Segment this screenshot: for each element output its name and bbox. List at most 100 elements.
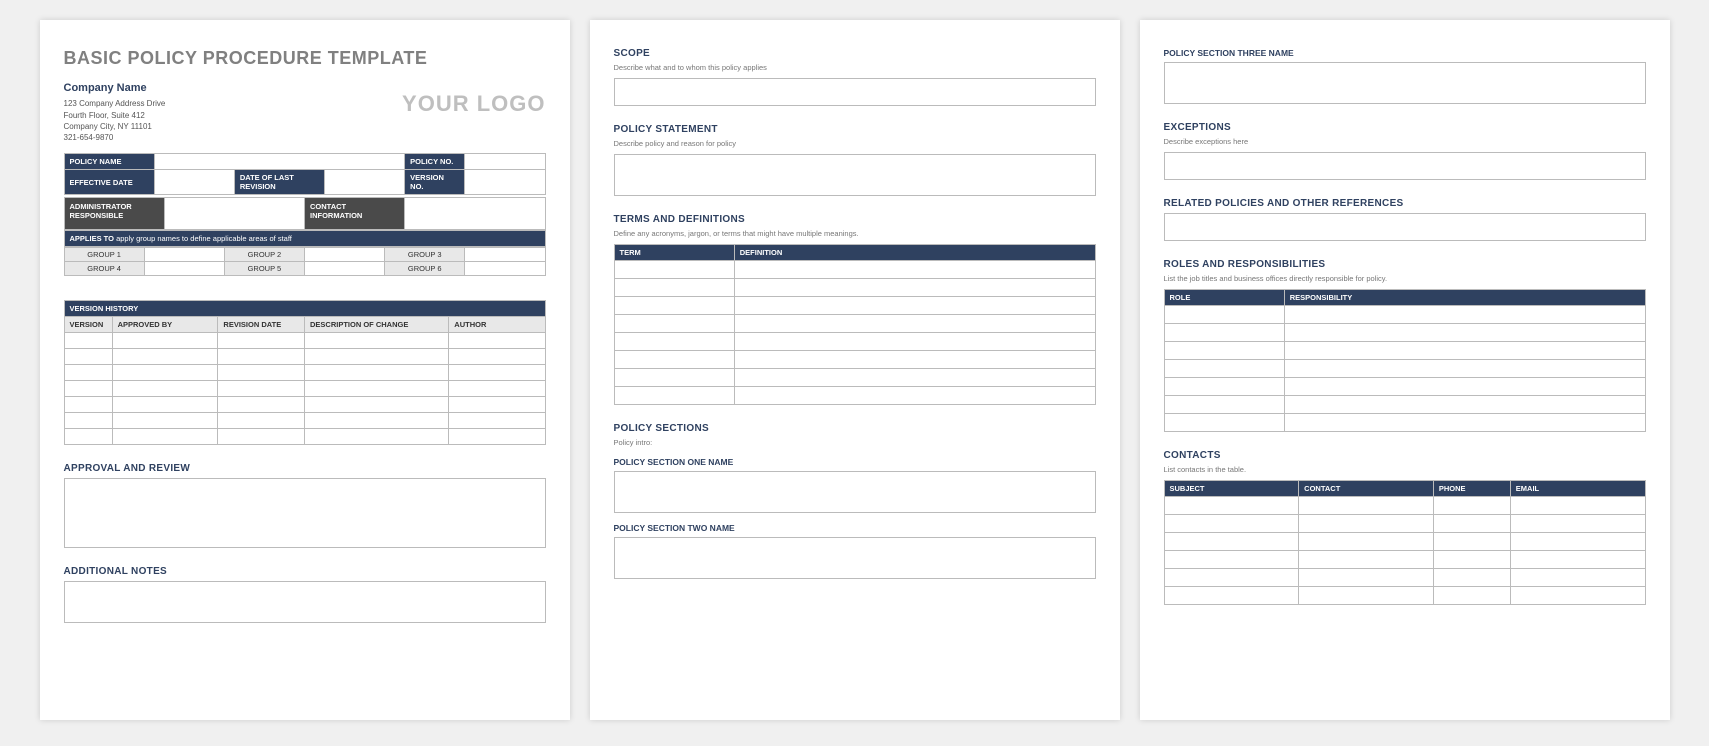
group-2-val[interactable] xyxy=(304,248,384,262)
field-admin-resp[interactable] xyxy=(164,198,305,230)
field-date-last-rev[interactable] xyxy=(324,170,404,195)
applies-text: apply group names to define applicable a… xyxy=(116,234,292,243)
table-row[interactable] xyxy=(1164,515,1645,533)
terms-sub: Define any acronyms, jargon, or terms th… xyxy=(614,229,1096,238)
table-row[interactable] xyxy=(1164,342,1645,360)
term-col: TERM xyxy=(614,245,734,261)
groups-table: GROUP 1 GROUP 2 GROUP 3 GROUP 4 GROUP 5 … xyxy=(64,247,546,276)
label-effective-date: EFFECTIVE DATE xyxy=(64,170,154,195)
field-effective-date[interactable] xyxy=(154,170,234,195)
label-admin-resp: ADMINISTRATOR RESPONSIBLE xyxy=(64,198,164,230)
table-row[interactable] xyxy=(614,369,1095,387)
page-2: SCOPE Describe what and to whom this pol… xyxy=(590,20,1120,720)
table-row[interactable] xyxy=(614,261,1095,279)
cc-phone: PHONE xyxy=(1433,481,1510,497)
ps1-title: POLICY SECTION ONE NAME xyxy=(614,457,1096,467)
group-1[interactable]: GROUP 1 xyxy=(64,248,144,262)
table-row[interactable] xyxy=(64,413,545,429)
cc-subject: SUBJECT xyxy=(1164,481,1299,497)
table-row[interactable] xyxy=(614,297,1095,315)
ps1-box[interactable] xyxy=(614,471,1096,513)
company-addr3: Company City, NY 11101 xyxy=(64,121,166,132)
table-row[interactable] xyxy=(1164,306,1645,324)
admin-table: ADMINISTRATOR RESPONSIBLE CONTACT INFORM… xyxy=(64,197,546,230)
notes-box[interactable] xyxy=(64,581,546,623)
stmt-box[interactable] xyxy=(614,154,1096,196)
group-4[interactable]: GROUP 4 xyxy=(64,262,144,276)
contacts-sub: List contacts in the table. xyxy=(1164,465,1646,474)
table-row[interactable] xyxy=(614,351,1095,369)
exc-sub: Describe exceptions here xyxy=(1164,137,1646,146)
table-row[interactable] xyxy=(64,381,545,397)
table-row[interactable] xyxy=(64,365,545,381)
ps3-title: POLICY SECTION THREE NAME xyxy=(1164,48,1646,58)
approval-box[interactable] xyxy=(64,478,546,548)
vh-col-revdate: REVISION DATE xyxy=(218,317,305,333)
table-row[interactable] xyxy=(1164,414,1645,432)
field-policy-no[interactable] xyxy=(465,154,545,170)
field-policy-name[interactable] xyxy=(154,154,405,170)
scope-sub: Describe what and to whom this policy ap… xyxy=(614,63,1096,72)
field-version-no[interactable] xyxy=(465,170,545,195)
company-phone: 321-654-9870 xyxy=(64,132,166,143)
group-3-val[interactable] xyxy=(465,248,545,262)
scope-box[interactable] xyxy=(614,78,1096,106)
table-row[interactable] xyxy=(1164,396,1645,414)
table-row[interactable] xyxy=(1164,569,1645,587)
roles-sub: List the job titles and business offices… xyxy=(1164,274,1646,283)
group-3[interactable]: GROUP 3 xyxy=(385,248,465,262)
ps2-title: POLICY SECTION TWO NAME xyxy=(614,523,1096,533)
table-row[interactable] xyxy=(1164,360,1645,378)
contacts-table: SUBJECT CONTACT PHONE EMAIL xyxy=(1164,480,1646,605)
notes-title: ADDITIONAL NOTES xyxy=(64,566,546,577)
exc-title: EXCEPTIONS xyxy=(1164,122,1646,133)
rel-box[interactable] xyxy=(1164,213,1646,241)
label-policy-no: POLICY NO. xyxy=(405,154,465,170)
vh-title: VERSION HISTORY xyxy=(64,301,545,317)
applies-label: APPLIES TO xyxy=(70,234,114,243)
table-row[interactable] xyxy=(1164,551,1645,569)
resp-col: RESPONSIBILITY xyxy=(1284,290,1645,306)
vh-col-approved: APPROVED BY xyxy=(112,317,218,333)
stmt-sub: Describe policy and reason for policy xyxy=(614,139,1096,148)
exc-box[interactable] xyxy=(1164,152,1646,180)
table-row[interactable] xyxy=(64,397,545,413)
table-row[interactable] xyxy=(1164,587,1645,605)
table-row[interactable] xyxy=(1164,324,1645,342)
table-row[interactable] xyxy=(614,279,1095,297)
cc-email: EMAIL xyxy=(1510,481,1645,497)
vh-col-version: VERSION xyxy=(64,317,112,333)
ps3-box[interactable] xyxy=(1164,62,1646,104)
table-row[interactable] xyxy=(1164,378,1645,396)
table-row[interactable] xyxy=(614,333,1095,351)
group-4-val[interactable] xyxy=(144,262,224,276)
applies-to-bar: APPLIES TO apply group names to define a… xyxy=(64,230,546,247)
table-row[interactable] xyxy=(64,429,545,445)
company-addr2: Fourth Floor, Suite 412 xyxy=(64,110,166,121)
company-name: Company Name xyxy=(64,81,166,96)
label-contact-info: CONTACT INFORMATION xyxy=(305,198,405,230)
group-5-val[interactable] xyxy=(304,262,384,276)
ps2-box[interactable] xyxy=(614,537,1096,579)
page-1: BASIC POLICY PROCEDURE TEMPLATE Company … xyxy=(40,20,570,720)
document-title: BASIC POLICY PROCEDURE TEMPLATE xyxy=(64,48,546,69)
approval-title: APPROVAL AND REVIEW xyxy=(64,463,546,474)
cc-contact: CONTACT xyxy=(1299,481,1434,497)
version-history-table: VERSION HISTORY VERSION APPROVED BY REVI… xyxy=(64,300,546,445)
table-row[interactable] xyxy=(1164,533,1645,551)
group-6-val[interactable] xyxy=(465,262,545,276)
group-5[interactable]: GROUP 5 xyxy=(224,262,304,276)
field-contact-info[interactable] xyxy=(405,198,546,230)
table-row[interactable] xyxy=(614,387,1095,405)
scope-title: SCOPE xyxy=(614,48,1096,59)
role-col: ROLE xyxy=(1164,290,1284,306)
group-2[interactable]: GROUP 2 xyxy=(224,248,304,262)
group-6[interactable]: GROUP 6 xyxy=(385,262,465,276)
table-row[interactable] xyxy=(1164,497,1645,515)
company-addr1: 123 Company Address Drive xyxy=(64,98,166,109)
table-row[interactable] xyxy=(614,315,1095,333)
table-row[interactable] xyxy=(64,349,545,365)
group-1-val[interactable] xyxy=(144,248,224,262)
table-row[interactable] xyxy=(64,333,545,349)
psec-sub: Policy intro: xyxy=(614,438,1096,447)
